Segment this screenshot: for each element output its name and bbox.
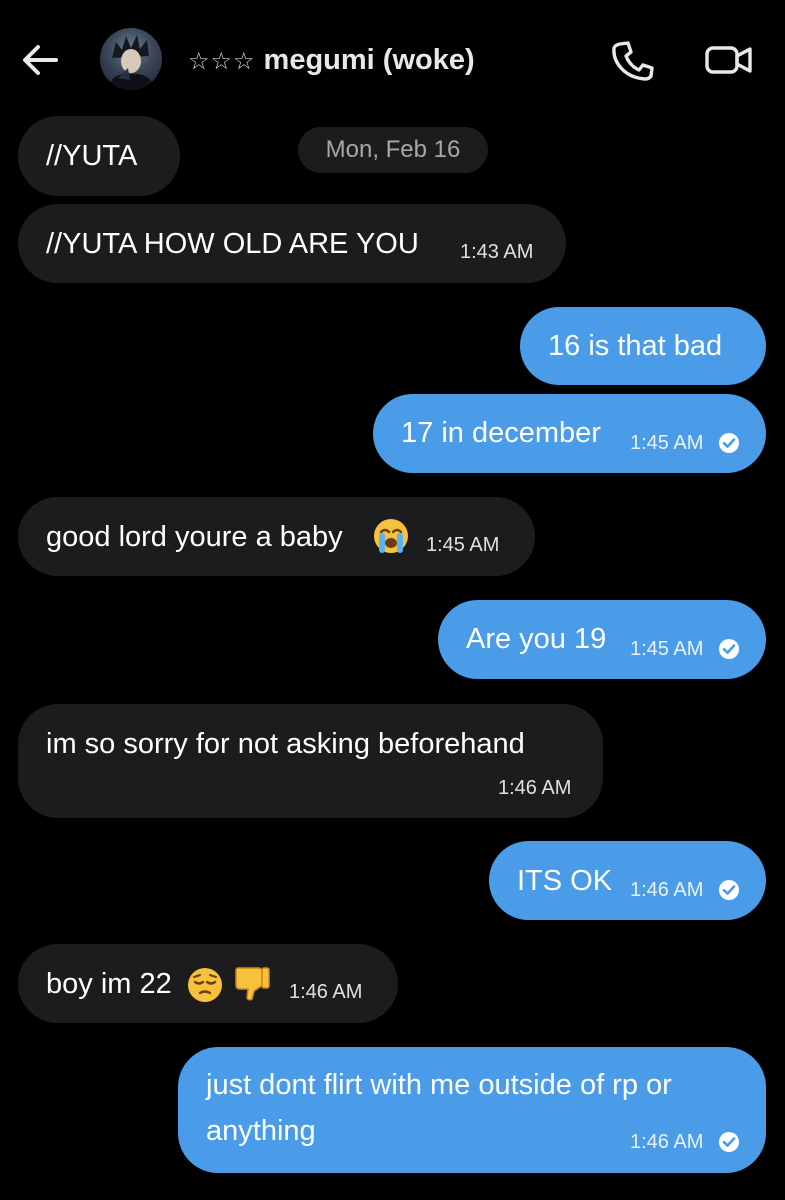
message-text-line1: just dont flirt with me outside of rp or	[206, 1069, 672, 1101]
message-timestamp: 1:46 AM	[630, 1131, 704, 1153]
message-text: 16 is that bad	[548, 330, 723, 362]
video-camera-icon	[705, 46, 752, 74]
loudly-crying-face-emoji	[374, 519, 408, 553]
message-bubble-incoming[interactable]: boy im 22 1:46 AM	[18, 944, 398, 1023]
read-receipt-check-icon	[719, 1132, 739, 1152]
message-bubble-incoming[interactable]: //YUTA HOW OLD ARE YOU 1:43 AM	[18, 204, 566, 283]
message-text: boy im 22	[46, 968, 172, 1000]
message-bubble-outgoing[interactable]: 17 in december 1:45 AM	[373, 394, 766, 473]
message-timestamp: 1:46 AM	[630, 879, 704, 901]
contact-name[interactable]: ☆☆☆ megumi (woke)	[188, 42, 475, 78]
message-bubble-incoming[interactable]: im so sorry for not asking beforehand 1:…	[18, 704, 603, 818]
phone-icon	[612, 41, 654, 81]
message-text: im so sorry for not asking beforehand	[46, 728, 525, 760]
date-separator: Mon, Feb 16	[298, 127, 488, 173]
name-stars: ☆☆☆	[188, 48, 256, 75]
message-timestamp: 1:45 AM	[426, 534, 500, 556]
message-text: //YUTA HOW OLD ARE YOU	[46, 228, 419, 260]
video-call-button[interactable]	[703, 38, 755, 82]
message-text: 17 in december	[401, 417, 601, 449]
thumbs-down-emoji	[235, 967, 270, 1001]
pensive-face-emoji	[188, 968, 222, 1002]
message-bubble-incoming[interactable]: //YUTA	[18, 116, 180, 196]
message-bubble-outgoing[interactable]: 16 is that bad	[520, 307, 766, 385]
arrow-left-icon	[23, 45, 58, 75]
message-timestamp: 1:46 AM	[289, 981, 363, 1003]
message-bubble-outgoing[interactable]: ITS OK 1:46 AM	[489, 841, 766, 920]
conversation-header: ☆☆☆ megumi (woke)	[0, 0, 785, 118]
message-text: ITS OK	[517, 865, 613, 897]
message-text: //YUTA	[46, 140, 138, 172]
message-timestamp: 1:43 AM	[460, 241, 534, 263]
message-bubble-incoming[interactable]: good lord youre a baby 1:45 AM	[18, 497, 535, 576]
message-bubble-outgoing[interactable]: Are you 19 1:45 AM	[438, 600, 766, 679]
avatar-image	[106, 35, 156, 90]
message-text: Are you 19	[466, 623, 607, 655]
contact-avatar[interactable]	[100, 28, 162, 90]
voice-call-button[interactable]	[608, 38, 656, 82]
back-button[interactable]	[18, 38, 62, 82]
message-text-line2: anything	[206, 1115, 316, 1147]
message-timestamp: 1:46 AM	[498, 777, 572, 799]
message-timestamp: 1:45 AM	[630, 638, 704, 660]
message-timestamp: 1:45 AM	[630, 432, 704, 454]
dm-conversation-screen: ☆☆☆ megumi (woke) Mon, Feb 16 //YUTA //YU…	[0, 0, 785, 1200]
read-receipt-check-icon	[719, 433, 739, 453]
message-text: good lord youre a baby	[46, 521, 343, 553]
read-receipt-check-icon	[719, 880, 739, 900]
read-receipt-check-icon	[719, 639, 739, 659]
contact-name-text: megumi (woke)	[263, 44, 475, 76]
message-bubble-outgoing[interactable]: just dont flirt with me outside of rp or…	[178, 1047, 766, 1173]
